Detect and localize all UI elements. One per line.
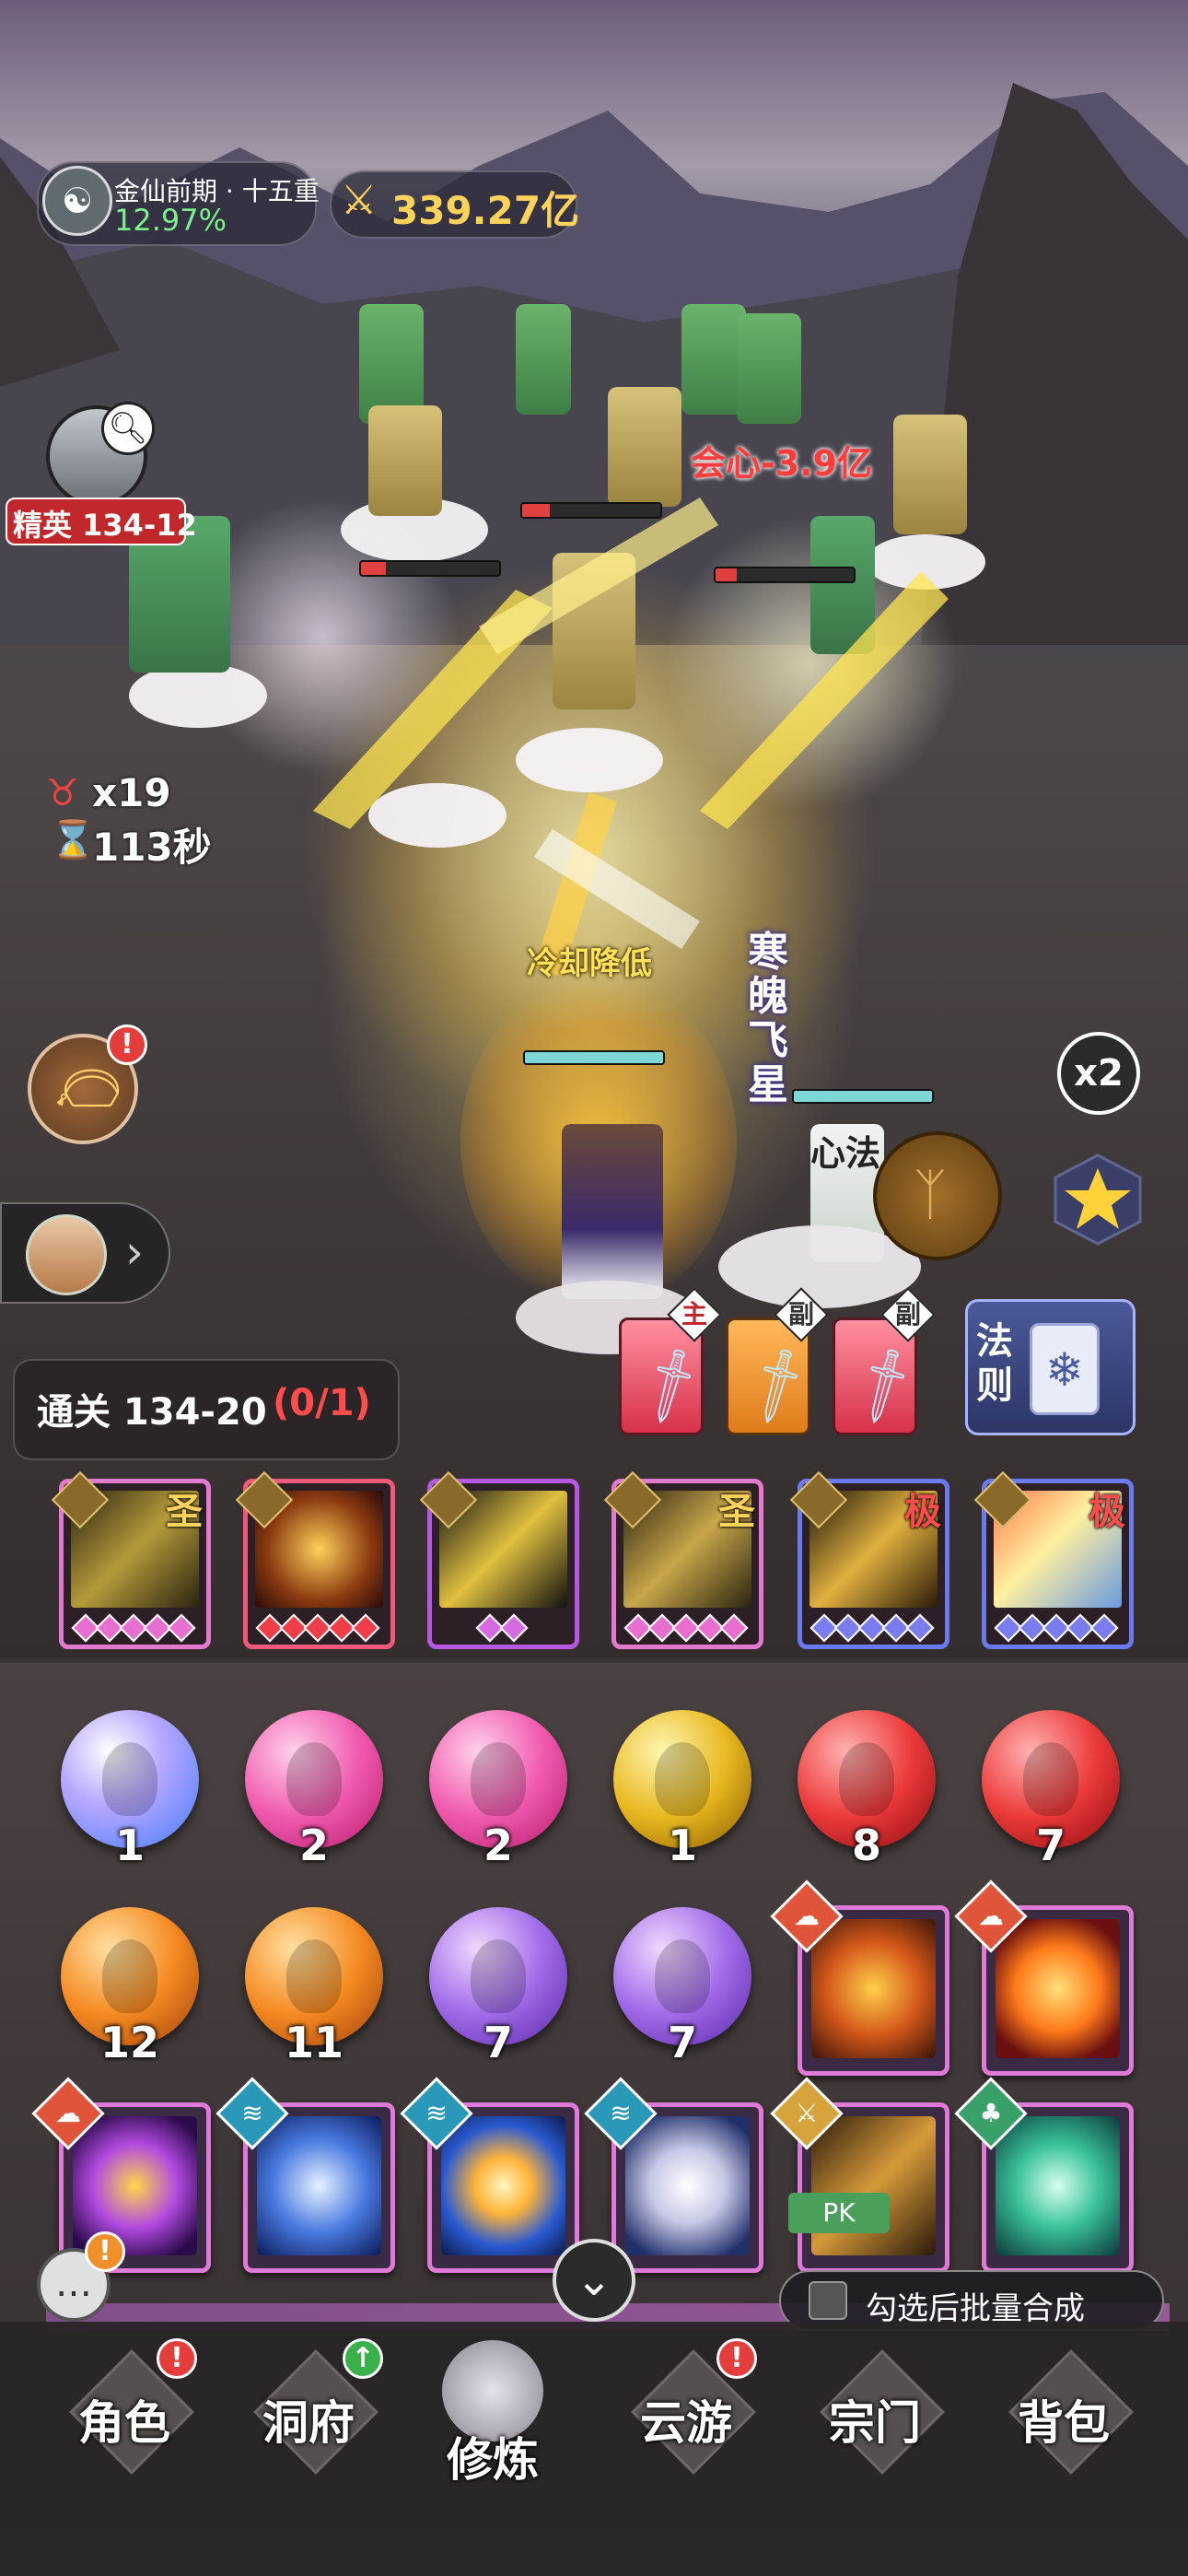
skill-grade: 圣 (166, 1491, 203, 1533)
stage-clear-label: 通关 134-20 (37, 1391, 267, 1434)
nav-role-label: 角色 (78, 2396, 170, 2450)
ice-light-art (441, 2116, 565, 2255)
demon-head-icon: ♉ (46, 772, 79, 814)
player-hero (562, 1124, 663, 1299)
swords-icon: ⚔ (341, 177, 378, 224)
skill-card[interactable] (419, 1470, 579, 1649)
realm-progress: 12.97% (114, 203, 227, 238)
stage-clear-progress: (0/1) (273, 1382, 371, 1424)
sub-weapon-tag-1: 副 (788, 1299, 815, 1329)
pk-tag: PK (788, 2193, 890, 2233)
star-gem-icon (719, 1613, 749, 1643)
figure-silhouette-icon (839, 1742, 894, 1816)
skill-card[interactable]: 极 (973, 1470, 1134, 1649)
fire-dragon-art (811, 1919, 936, 2058)
nav-bag-label: 背包 (1018, 2396, 1110, 2450)
golden-sword-art (811, 2116, 936, 2255)
figure-silhouette-icon (102, 1939, 157, 2013)
hourglass-icon: ⌛ (50, 819, 96, 861)
law-label: 法则 (976, 1320, 1013, 1407)
nav-sect-label: 宗门 (829, 2396, 921, 2450)
skill-card[interactable]: 圣 (603, 1470, 763, 1649)
star-icon (1054, 1153, 1142, 1246)
chevron-right-icon[interactable]: › (125, 1225, 144, 1279)
buff-text: 冷却降低 (527, 945, 652, 982)
star-gem-icon (351, 1613, 380, 1643)
notification-badge: ! (157, 2338, 197, 2379)
star-hexagram-button[interactable] (1050, 1152, 1147, 1248)
nav-sect[interactable]: 宗门 (797, 2349, 953, 2488)
figure-silhouette-icon (471, 1742, 526, 1816)
stage-timer: 113秒 (92, 825, 212, 870)
player-avatar-icon[interactable]: ☯ (42, 166, 112, 236)
search-icon[interactable]: 🔍︎ (101, 402, 155, 455)
skill-card[interactable]: 极 (789, 1470, 949, 1649)
skill-name-vertical: 寒魄飞星 (748, 929, 788, 1108)
figure-silhouette-icon (655, 1939, 710, 2013)
figure-silhouette-icon (102, 1742, 157, 1816)
notification-badge: ! (85, 2231, 125, 2272)
orb-count: 11 (284, 2018, 344, 2067)
batch-merge-checkbox[interactable] (809, 2281, 847, 2320)
snowflake-card-icon: ❄ (1030, 1323, 1100, 1415)
upgrade-arrow-icon: ↑ (343, 2338, 383, 2379)
orb-count: 8 (851, 1821, 881, 1870)
star-gem-icon (1089, 1613, 1119, 1643)
hero-hp-bar (523, 1050, 665, 1065)
scroll-down-button[interactable]: ⌄ (553, 2239, 635, 2322)
orb-count: 2 (298, 1821, 329, 1870)
skill-grade: 圣 (718, 1491, 755, 1533)
orb-count: 1 (667, 1821, 697, 1870)
figure-silhouette-icon (1023, 1742, 1078, 1816)
figure-silhouette-icon (655, 1742, 710, 1816)
orb-count: 12 (99, 2018, 159, 2067)
speed-toggle-button[interactable]: x2 (1057, 1032, 1140, 1115)
nav-cultivate[interactable]: 修炼 (414, 2340, 571, 2488)
skill-card[interactable]: 圣 (51, 1470, 211, 1649)
nav-travel-label: 云游 (640, 2396, 732, 2450)
nav-bag[interactable]: 背包 (985, 2349, 1142, 2488)
skill-grade: 极 (1089, 1491, 1125, 1533)
tree-icon: ᛉ (914, 1163, 947, 1227)
figure-silhouette-icon (286, 1742, 342, 1816)
treasure-bag-icon: 👝︎ (55, 1059, 122, 1118)
skill-grade: 极 (904, 1491, 941, 1533)
elite-stage-label: 精英 134-12 (13, 508, 197, 543)
dharma-wheel-art (996, 1919, 1120, 2058)
orb-count: 2 (483, 1821, 513, 1870)
crit-damage-text: 会心-3.9亿 (691, 443, 873, 484)
star-gem-icon (905, 1613, 935, 1643)
notification-badge: ! (716, 2338, 757, 2379)
main-weapon-tag: 主 (681, 1299, 708, 1329)
lightning-art (73, 2116, 197, 2255)
star-gem-icon (167, 1613, 196, 1643)
enemy-count: x19 (92, 770, 171, 815)
crane-art (625, 2116, 750, 2255)
figure-silhouette-icon (286, 1939, 342, 2013)
nav-cultivate-label: 修炼 (447, 2433, 539, 2487)
frost-armor-art (257, 2116, 381, 2255)
orb-count: 7 (483, 2018, 513, 2067)
star-gem-icon (499, 1613, 529, 1643)
orb-count: 1 (114, 1821, 145, 1870)
fox-pet-avatar[interactable] (26, 1214, 107, 1295)
notification-badge: ! (107, 1025, 147, 1065)
figure-silhouette-icon (471, 1939, 526, 2013)
orb-count: 7 (667, 2018, 697, 2067)
orb-count: 7 (1035, 1821, 1066, 1870)
companion-hp-bar (792, 1089, 934, 1104)
sub-weapon-tag-2: 副 (895, 1299, 922, 1329)
jade-spikes-art (996, 2116, 1120, 2255)
combat-power: 339.27亿 (391, 188, 580, 233)
nav-cave-label: 洞府 (262, 2396, 355, 2450)
skill-card[interactable] (235, 1470, 395, 1649)
